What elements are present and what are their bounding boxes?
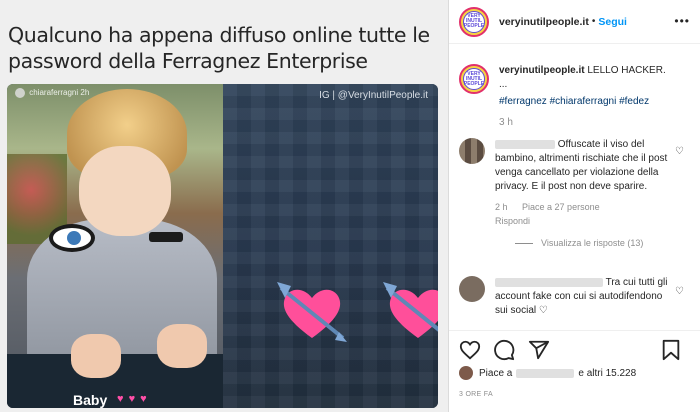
avatar-logo: VERY INUTIL PEOPLE: [463, 10, 485, 33]
share-icon[interactable]: [528, 339, 550, 361]
post-date[interactable]: 3 ORE FA: [459, 391, 493, 398]
baby-hearts: ♥ ♥ ♥: [117, 393, 148, 405]
story-tag-avatar: [15, 88, 25, 98]
commenter-username-blurred[interactable]: [495, 139, 555, 149]
comment-time: 2 h: [495, 202, 508, 212]
hashtags[interactable]: #ferragnez #chiaraferragni #fedez: [499, 96, 694, 107]
liker-avatar[interactable]: [459, 366, 473, 380]
more-options-icon[interactable]: •••: [674, 14, 690, 28]
story-tag: chiaraferragni 2h: [15, 88, 89, 98]
caption-username[interactable]: veryinutilpeople.it: [499, 65, 585, 76]
caption-time: 3 h: [499, 117, 513, 128]
story-tag-user: chiaraferragni: [29, 88, 79, 98]
child-hand-left: [71, 334, 121, 378]
hoodie-eye-patch: [49, 224, 95, 252]
story-tag-time: 2h: [80, 88, 90, 98]
heart-arrow-emoji: [277, 282, 347, 342]
heart-arrow-emoji: [383, 282, 438, 338]
avatar-logo: VERY INUTIL PEOPLE: [463, 68, 485, 90]
comment-like-icon[interactable]: ♡: [675, 286, 684, 297]
post-headline: Qualcuno ha appena diffuso online tutte …: [8, 23, 430, 73]
caption-block: VERY INUTIL PEOPLE veryinutilpeople.it L…: [459, 64, 694, 128]
likes-prefix: Piace a: [479, 367, 513, 379]
view-replies-button[interactable]: Visualizza le risposte (13): [515, 236, 675, 250]
caption-body: LELLO HACKER.: [587, 65, 666, 76]
liker-username-blurred[interactable]: [516, 368, 575, 378]
likes-row: Piace a e altri 15.228: [459, 366, 636, 380]
post-header: VERY INUTIL PEOPLE veryinutilpeople.it •…: [449, 0, 700, 44]
caption-ellipsis: ...: [499, 79, 508, 90]
post-sidebar: VERY INUTIL PEOPLE veryinutilpeople.it •…: [449, 0, 700, 412]
reply-button[interactable]: Rispondi: [495, 216, 530, 226]
commenter-avatar[interactable]: [459, 276, 485, 302]
heart-outline-icon[interactable]: [459, 339, 481, 361]
action-bar: [449, 330, 700, 368]
baby-label: Baby: [73, 392, 108, 408]
bookmark-icon[interactable]: [660, 339, 682, 361]
likes-count[interactable]: e altri 15.228: [578, 368, 636, 379]
caption-text: veryinutilpeople.it LELLO HACKER. ...: [499, 64, 666, 94]
commenter-username-blurred[interactable]: [495, 277, 603, 287]
profile-avatar[interactable]: VERY INUTIL PEOPLE: [459, 6, 489, 37]
hoodie-closed-eye: [149, 232, 183, 242]
commenter-avatar[interactable]: [459, 138, 485, 164]
comment-icon[interactable]: [493, 339, 515, 361]
follow-button[interactable]: Segui: [598, 16, 627, 28]
pixelated-screen-photo: IG | @VeryInutilPeople.it: [223, 84, 438, 408]
comment-meta: 2 h Piace a 27 persone Rispondi: [495, 200, 675, 228]
child-face: [79, 146, 171, 236]
separator-dot: •: [591, 16, 596, 27]
watermark: IG | @VeryInutilPeople.it: [319, 90, 428, 101]
comment-like-icon[interactable]: ♡: [675, 146, 684, 157]
caption-avatar[interactable]: VERY INUTIL PEOPLE: [459, 64, 489, 94]
post-image[interactable]: Qualcuno ha appena diffuso online tutte …: [0, 0, 449, 412]
comment-item: Tra cui tutti gli account fake con cui s…: [459, 276, 684, 318]
child-hand-right: [157, 324, 207, 368]
child-photo: chiaraferragni 2h Baby ♥ ♥ ♥: [7, 84, 223, 408]
comment-likes[interactable]: Piace a 27 persone: [522, 202, 600, 212]
inner-photo-frame: chiaraferragni 2h Baby ♥ ♥ ♥ IG | @VeryI…: [7, 84, 438, 408]
header-username[interactable]: veryinutilpeople.it: [499, 16, 589, 28]
comment-item: Offuscate il viso del bambino, altriment…: [459, 138, 684, 250]
